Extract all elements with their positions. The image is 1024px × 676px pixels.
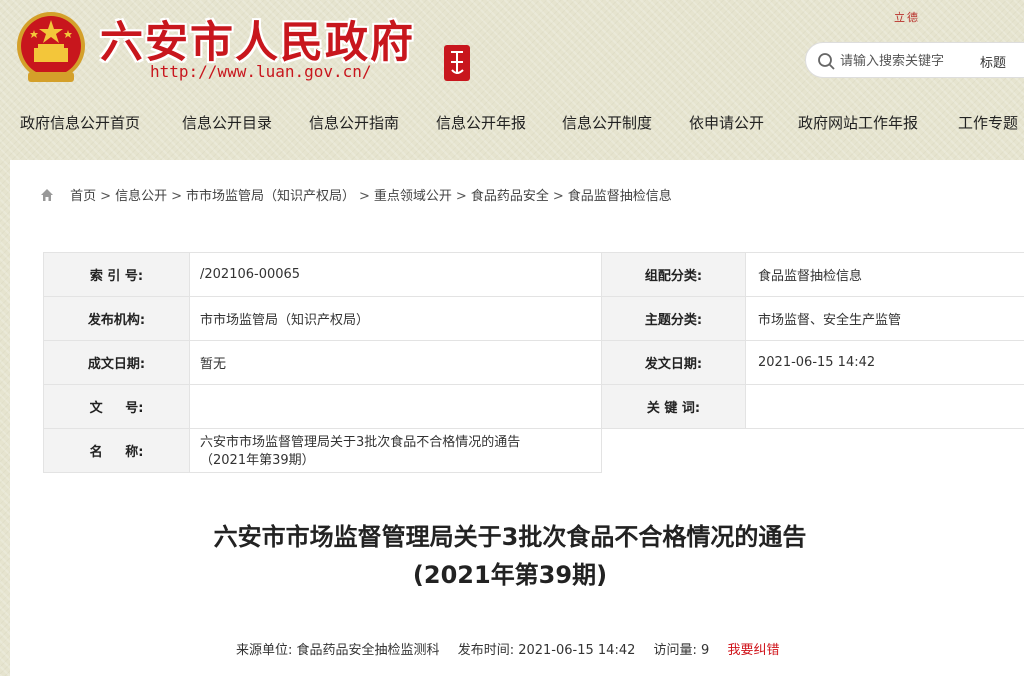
site-title[interactable]: 六安市人民政府 [100, 8, 415, 70]
issued-date-value: 2021-06-15 14:42 [745, 340, 1024, 385]
publish-time-value: 2021-06-15 14:42 [518, 643, 636, 658]
table-row: 文 号: 关 键 词: [43, 384, 1024, 429]
breadcrumb-separator: > [100, 189, 112, 204]
breadcrumb-separator: > [455, 189, 467, 204]
category-label: 组配分类: [601, 252, 746, 297]
table-row: 索 引 号: /202106-00065 组配分类: 食品监督抽检信息 [43, 252, 1024, 297]
nav-item-website-report[interactable]: 政府网站工作年报 [798, 112, 918, 133]
motto-text: 立德 [894, 11, 920, 24]
search-box: 标题 [805, 42, 1024, 78]
topic-value: 市场监督、安全生产监管 [745, 296, 1024, 341]
nav-item-info-guide[interactable]: 信息公开指南 [309, 112, 399, 133]
keywords-label: 关 键 词: [601, 384, 746, 429]
index-label: 索 引 号: [43, 252, 190, 297]
created-date-label: 成文日期: [43, 340, 190, 385]
site-url[interactable]: http://www.luan.gov.cn/ [150, 62, 372, 81]
search-input[interactable] [840, 49, 970, 71]
nav-item-info-catalog[interactable]: 信息公开目录 [182, 112, 272, 133]
keywords-value [745, 384, 1024, 429]
search-scope-select[interactable]: 标题 [980, 52, 1006, 71]
content-panel: 首页 > 信息公开 > 市市场监管局（知识产权局） > 重点领域公开 > 食品药品安全 > 食品监督… [10, 160, 1024, 676]
category-value: 食品监督抽检信息 [745, 252, 1024, 297]
source-label: 来源单位: [236, 643, 293, 658]
name-value: 六安市市场监督管理局关于3批次食品不合格情况的通告 （2021年第39期） [189, 428, 602, 473]
name-label: 名 称: [43, 428, 190, 473]
nav-item-on-request[interactable]: 依申请公开 [689, 112, 764, 133]
topic-label: 主题分类: [601, 296, 746, 341]
source-value: 食品药品安全抽检监测科 [296, 643, 440, 658]
document-title: 六安市市场监督管理局关于3批次食品不合格情况的通告 (2021年第39期) [10, 518, 1010, 594]
created-date-value: 暂无 [189, 340, 602, 385]
national-emblem-icon[interactable] [14, 10, 88, 86]
views-label: 访问量: [653, 643, 697, 658]
seal-stamp-icon [444, 45, 470, 81]
home-icon[interactable] [40, 188, 54, 202]
search-icon[interactable] [816, 51, 836, 71]
publisher-label: 发布机构: [43, 296, 190, 341]
nav-item-work-topics[interactable]: 工作专题 [958, 112, 1018, 133]
issued-date-label: 发文日期: [601, 340, 746, 385]
breadcrumb-separator: > [359, 189, 370, 204]
breadcrumb: 首页 > 信息公开 > 市市场监管局（知识产权局） > 重点领域公开 > 食品药品安全 > 食品监督… [40, 185, 672, 204]
document-meta: 来源单位: 食品药品安全抽检监测科 发布时间: 2021-06-15 14:42… [236, 639, 779, 658]
empty-cell [602, 429, 746, 473]
breadcrumb-item-home[interactable]: 首页 [70, 189, 96, 204]
breadcrumb-item-food-inspection[interactable]: 食品监督抽检信息 [568, 189, 672, 204]
nav-item-info-home[interactable]: 政府信息公开首页 [20, 112, 140, 133]
table-row: 名 称: 六安市市场监督管理局关于3批次食品不合格情况的通告 （2021年第39… [43, 428, 1024, 473]
main-nav: 政府信息公开首页 信息公开目录 信息公开指南 信息公开年报 信息公开制度 依申请… [0, 104, 1024, 144]
index-value: /202106-00065 [189, 252, 602, 297]
breadcrumb-item-key-areas[interactable]: 重点领域公开 [374, 189, 452, 204]
breadcrumb-item-department[interactable]: 市市场监管局（知识产权局） [186, 189, 355, 204]
site-header: 六安市人民政府 http://www.luan.gov.cn/ 立德 标题 [0, 0, 1024, 98]
breadcrumb-item-food-drug[interactable]: 食品药品安全 [471, 189, 549, 204]
table-row: 发布机构: 市市场监管局（知识产权局） 主题分类: 市场监督、安全生产监管 [43, 296, 1024, 341]
table-row: 成文日期: 暂无 发文日期: 2021-06-15 14:42 [43, 340, 1024, 385]
document-info-table: 索 引 号: /202106-00065 组配分类: 食品监督抽检信息 发布机构… [43, 252, 1024, 473]
empty-cell [746, 429, 1024, 473]
publisher-value: 市市场监管局（知识产权局） [189, 296, 602, 341]
breadcrumb-item-info[interactable]: 信息公开 [115, 189, 167, 204]
breadcrumb-separator: > [552, 189, 564, 204]
doc-number-label: 文 号: [43, 384, 190, 429]
nav-item-annual-report[interactable]: 信息公开年报 [436, 112, 526, 133]
document-title-line1: 六安市市场监督管理局关于3批次食品不合格情况的通告 [213, 523, 807, 551]
report-error-link[interactable]: 我要纠错 [727, 643, 779, 658]
publish-time-label: 发布时间: [457, 643, 515, 658]
doc-number-value [189, 384, 602, 429]
breadcrumb-separator: > [171, 189, 182, 204]
views-value: 9 [701, 643, 710, 658]
document-title-line2: (2021年第39期) [412, 561, 608, 589]
nav-item-info-system[interactable]: 信息公开制度 [562, 112, 652, 133]
name-value-line1: 六安市市场监督管理局关于3批次食品不合格情况的通告 [200, 434, 521, 450]
name-value-line2: （2021年第39期） [200, 452, 315, 468]
